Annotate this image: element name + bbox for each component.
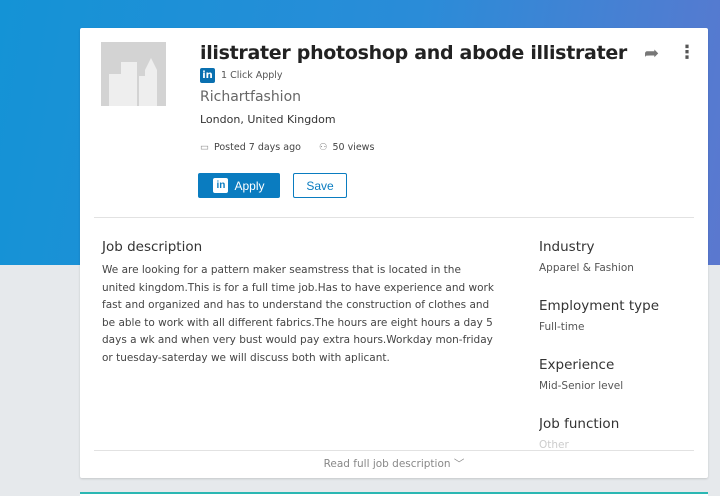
read-more-label: Read full job description (323, 458, 451, 470)
detail-industry: Industry Apparel & Fashion (539, 239, 699, 274)
detail-label: Employment type (539, 298, 660, 314)
chevron-down-icon: ﹀ (453, 458, 465, 470)
divider (94, 217, 694, 218)
people-icon: ⚇ (318, 142, 328, 153)
save-button[interactable]: Save (293, 173, 347, 198)
calendar-icon: ▭ (200, 142, 209, 153)
detail-job-function: Job function Other (539, 416, 699, 450)
share-icon[interactable]: ➦ (644, 43, 659, 64)
job-location: London, United Kingdom (200, 113, 336, 126)
divider (94, 450, 694, 451)
read-more-link[interactable]: Read full job description ﹀ (80, 456, 708, 471)
company-name[interactable]: Richartfashion (200, 89, 301, 105)
linkedin-icon: in (213, 178, 229, 193)
one-click-apply: in 1 Click Apply (200, 68, 283, 83)
description-heading: Job description (102, 239, 203, 255)
detail-label: Industry (539, 239, 595, 255)
company-logo (101, 42, 166, 106)
job-meta: ▭ Posted 7 days ago ⚇ 50 views (200, 142, 374, 153)
detail-experience: Experience Mid-Senior level (539, 357, 699, 392)
detail-value: Mid-Senior level (539, 380, 624, 392)
detail-value: Apparel & Fashion (539, 262, 634, 274)
linkedin-icon: in (200, 68, 215, 83)
view-count: 50 views (332, 142, 375, 153)
detail-employment-type: Employment type Full-time (539, 298, 699, 333)
apply-label: Apply (234, 178, 265, 193)
detail-label: Experience (539, 357, 615, 373)
detail-value: Full-time (539, 321, 585, 333)
job-card: ilistrater photoshop and abode illistrat… (80, 28, 708, 478)
one-click-label: 1 Click Apply (221, 70, 283, 81)
job-title[interactable]: ilistrater photoshop and abode illistrat… (200, 42, 627, 64)
posted-date: Posted 7 days ago (213, 142, 301, 153)
detail-value: Other (539, 439, 569, 450)
building-icon (109, 58, 157, 106)
detail-label: Job function (539, 416, 620, 432)
next-card-edge (80, 492, 708, 496)
more-options-icon[interactable]: ⋮ (678, 42, 696, 63)
description-body: We are looking for a pattern maker seams… (102, 264, 494, 364)
apply-button[interactable]: in Apply (198, 173, 280, 198)
